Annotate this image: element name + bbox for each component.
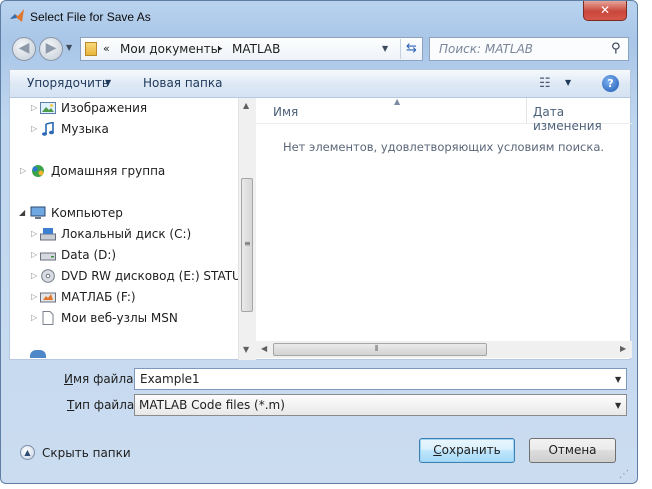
- tree-item-label: Локальный диск (C:): [61, 227, 192, 241]
- expand-arrow-icon[interactable]: ▷: [31, 124, 37, 133]
- tree-item-label: Домашняя группа: [51, 164, 166, 178]
- scroll-down-icon[interactable]: ▼: [243, 345, 249, 354]
- grip-icon: ⦀: [375, 344, 379, 353]
- file-list: ▲ Имя Дата изменения Нет элементов, удов…: [255, 97, 632, 360]
- msn-page-icon: [42, 311, 54, 325]
- filetype-label: Тип файла:: [67, 398, 139, 412]
- hide-folders-icon[interactable]: ▲: [20, 445, 35, 460]
- expand-arrow-icon[interactable]: ▷: [31, 229, 37, 238]
- filename-dropdown-icon[interactable]: ▼: [615, 375, 621, 384]
- column-divider[interactable]: [526, 98, 527, 123]
- horizontal-scrollbar[interactable]: ◀ ⦀ ▶: [255, 341, 632, 358]
- empty-list-message: Нет элементов, удовлетворяющих условиям …: [282, 140, 605, 154]
- recent-pages-dropdown-icon[interactable]: ▼: [66, 43, 72, 52]
- address-dropdown-icon[interactable]: ▼: [382, 44, 388, 53]
- breadcrumb-my-documents[interactable]: Мои документы: [120, 42, 220, 56]
- breadcrumb-overflow[interactable]: «: [103, 42, 110, 55]
- expand-arrow-icon[interactable]: ▷: [31, 313, 37, 322]
- filetype-dropdown-icon[interactable]: ▼: [615, 401, 621, 410]
- back-arrow-icon: ◀: [18, 40, 30, 56]
- search-input[interactable]: Поиск: MATLAB ⚲: [429, 37, 629, 61]
- hide-folders-button[interactable]: Скрыть папки: [42, 446, 131, 460]
- view-options-icon[interactable]: ☷: [539, 76, 551, 91]
- breadcrumb-matlab[interactable]: MATLAB: [232, 42, 280, 56]
- save-dialog-window: Select File for Save As ✕ ◀ ▶ ▼ « Мои до…: [0, 0, 638, 484]
- scroll-up-icon[interactable]: ▲: [243, 101, 249, 110]
- forward-button[interactable]: ▶: [39, 37, 63, 61]
- expand-arrow-icon[interactable]: ▷: [31, 103, 37, 112]
- tree-item-label: Изображения: [61, 101, 148, 115]
- organize-dropdown-icon[interactable]: ▼: [105, 78, 111, 87]
- network-icon: [30, 350, 46, 358]
- organize-button[interactable]: Упорядочить: [27, 76, 109, 90]
- resize-grip-icon[interactable]: ⋰: [619, 469, 629, 480]
- tree-item-label: Data (D:): [61, 248, 117, 262]
- filename-input[interactable]: Example1 ▼: [134, 368, 627, 390]
- tree-item-label: МАТЛАБ (F:): [61, 290, 136, 304]
- music-icon: [42, 122, 54, 136]
- refresh-button[interactable]: ⇆: [400, 39, 422, 59]
- scrollbar-thumb[interactable]: ⦀: [273, 343, 487, 356]
- expand-arrow-icon[interactable]: ▷: [31, 292, 37, 301]
- title-bar[interactable]: Select File for Save As: [1, 1, 637, 33]
- window-title: Select File for Save As: [30, 10, 151, 24]
- breadcrumb-separator-icon[interactable]: ▸: [218, 44, 223, 54]
- command-bar: Упорядочить ▼ Новая папка ☷ ▼ ?: [9, 69, 631, 98]
- folder-icon: [85, 42, 97, 56]
- save-button[interactable]: Сохранить: [419, 438, 515, 463]
- scrollbar-thumb[interactable]: ≡: [241, 178, 253, 312]
- new-folder-button[interactable]: Новая папка: [143, 76, 222, 90]
- tree-item-label: Музыка: [61, 122, 109, 136]
- view-options-dropdown-icon[interactable]: ▼: [565, 78, 571, 87]
- close-button[interactable]: ✕: [583, 1, 627, 21]
- refresh-icon: ⇆: [406, 41, 417, 56]
- forward-arrow-icon: ▶: [45, 40, 57, 56]
- navigation-pane: ▷ Изображения ▷ Музыка ▷ Домашняя группа…: [10, 98, 238, 359]
- tree-item-label: Компьютер: [51, 206, 123, 220]
- expand-arrow-icon[interactable]: ▷: [31, 271, 37, 280]
- matlab-icon: [10, 9, 24, 22]
- filetype-select[interactable]: MATLAB Code files (*.m) ▼: [134, 394, 627, 416]
- drive-icon: [40, 252, 56, 261]
- cancel-button[interactable]: Отмена: [529, 438, 616, 463]
- address-bar[interactable]: « Мои документы ▸ MATLAB ▼ ⇆: [80, 37, 423, 61]
- search-placeholder: Поиск: MATLAB: [439, 42, 534, 56]
- computer-icon: [30, 206, 46, 219]
- column-header-row: ▲ Имя Дата изменения: [255, 97, 632, 133]
- tree-item-label: DVD RW дисковод (E:) STATUT: [61, 269, 238, 283]
- homegroup-icon: [32, 165, 44, 177]
- back-button[interactable]: ◀: [12, 37, 36, 61]
- search-icon[interactable]: ⚲: [611, 41, 621, 56]
- column-header-name[interactable]: Имя: [273, 105, 298, 119]
- filetype-value: MATLAB Code files (*.m): [139, 398, 285, 412]
- content-area: ▷ Изображения ▷ Музыка ▷ Домашняя группа…: [9, 97, 632, 360]
- grip-icon: ≡: [244, 239, 251, 248]
- filename-label: Имя файла:: [64, 372, 138, 386]
- help-icon[interactable]: ?: [602, 75, 619, 92]
- removable-drive-icon: [40, 292, 56, 303]
- tree-item-label: Мои веб-узлы MSN: [61, 311, 178, 325]
- filename-value[interactable]: Example1: [140, 372, 200, 386]
- expand-arrow-icon[interactable]: ▷: [31, 250, 37, 259]
- sort-ascending-icon: ▲: [394, 97, 401, 106]
- dvd-drive-icon: [41, 269, 55, 283]
- scroll-right-icon[interactable]: ▶: [620, 344, 626, 353]
- expand-arrow-icon[interactable]: ▷: [20, 166, 26, 175]
- pictures-icon: [40, 102, 56, 114]
- column-header-date[interactable]: Дата изменения: [533, 105, 632, 133]
- scroll-left-icon[interactable]: ◀: [261, 344, 267, 353]
- navigation-scrollbar[interactable]: ▲ ≡ ▼: [238, 98, 256, 360]
- collapse-arrow-icon[interactable]: ◢: [19, 208, 25, 217]
- local-disk-icon: [40, 228, 56, 241]
